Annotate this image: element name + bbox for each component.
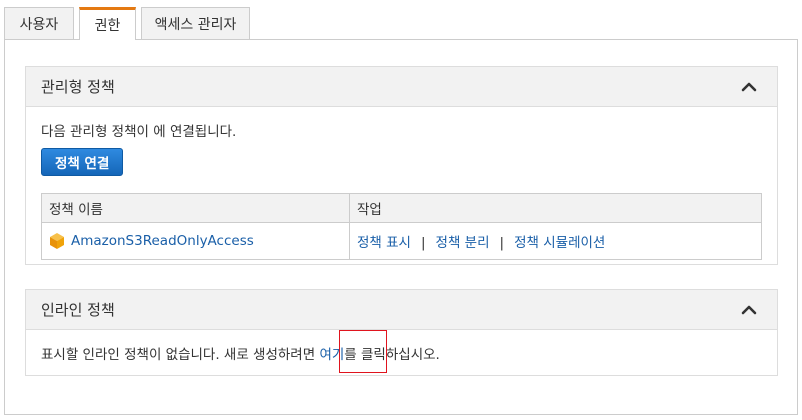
separator: | <box>499 235 505 251</box>
column-header-actions: 작업 <box>349 193 762 223</box>
column-header-policy-name: 정책 이름 <box>41 193 350 223</box>
inline-policies-header[interactable]: 인라인 정책 <box>26 290 777 330</box>
inline-policies-title: 인라인 정책 <box>41 301 115 319</box>
attach-policy-button[interactable]: 정책 연결 <box>41 148 124 176</box>
table-header-row: 정책 이름 작업 <box>41 193 762 223</box>
table-row: AmazonS3ReadOnlyAccess 정책 표시 | 정책 분리 | 정책 시뮬… <box>41 222 762 260</box>
aws-policy-cube-icon <box>50 233 64 249</box>
managed-policies-section: 관리형 정책 다음 관리형 정책이 에 연결됩니다. 정책 연결 정책 이름 작… <box>25 66 778 265</box>
chevron-up-icon[interactable] <box>741 302 757 318</box>
show-policy-link[interactable]: 정책 표시 <box>357 235 411 251</box>
tab-access-advisor-label: 액세스 관리자 <box>154 16 237 33</box>
chevron-up-icon[interactable] <box>741 79 757 95</box>
policy-actions-cell: 정책 표시 | 정책 분리 | 정책 시뮬레이션 <box>349 222 762 260</box>
tab-access-advisor[interactable]: 액세스 관리자 <box>141 7 250 39</box>
managed-policies-header[interactable]: 관리형 정책 <box>26 67 777 107</box>
tab-users[interactable]: 사용자 <box>4 7 74 39</box>
separator: | <box>420 235 426 251</box>
tab-users-label: 사용자 <box>19 16 59 33</box>
inline-policies-section: 인라인 정책 표시할 인라인 정책이 없습니다. 새로 생성하려면 여기를 클릭… <box>25 289 778 376</box>
detach-policy-link[interactable]: 정책 분리 <box>436 235 490 251</box>
managed-policies-title: 관리형 정책 <box>41 78 115 96</box>
tab-permissions[interactable]: 권한 <box>79 7 136 40</box>
tab-permissions-label: 권한 <box>94 18 121 34</box>
inline-message-after: 를 클릭하십시오. <box>344 347 440 363</box>
permissions-panel: 관리형 정책 다음 관리형 정책이 에 연결됩니다. 정책 연결 정책 이름 작… <box>4 39 798 415</box>
inline-policies-message: 표시할 인라인 정책이 없습니다. 새로 생성하려면 여기를 클릭하십시오. <box>41 343 440 363</box>
managed-policies-description: 다음 관리형 정책이 에 연결됩니다. <box>41 124 237 140</box>
policy-name-link[interactable]: AmazonS3ReadOnlyAccess <box>71 233 254 249</box>
simulate-policy-link[interactable]: 정책 시뮬레이션 <box>514 235 605 251</box>
policy-name-cell: AmazonS3ReadOnlyAccess <box>41 222 350 260</box>
inline-message-before: 표시할 인라인 정책이 없습니다. 새로 생성하려면 <box>41 347 320 363</box>
managed-policies-table: 정책 이름 작업 AmazonS3ReadOnlyAccess 정책 표시 | … <box>41 193 762 260</box>
create-inline-policy-link[interactable]: 여기 <box>319 347 344 363</box>
